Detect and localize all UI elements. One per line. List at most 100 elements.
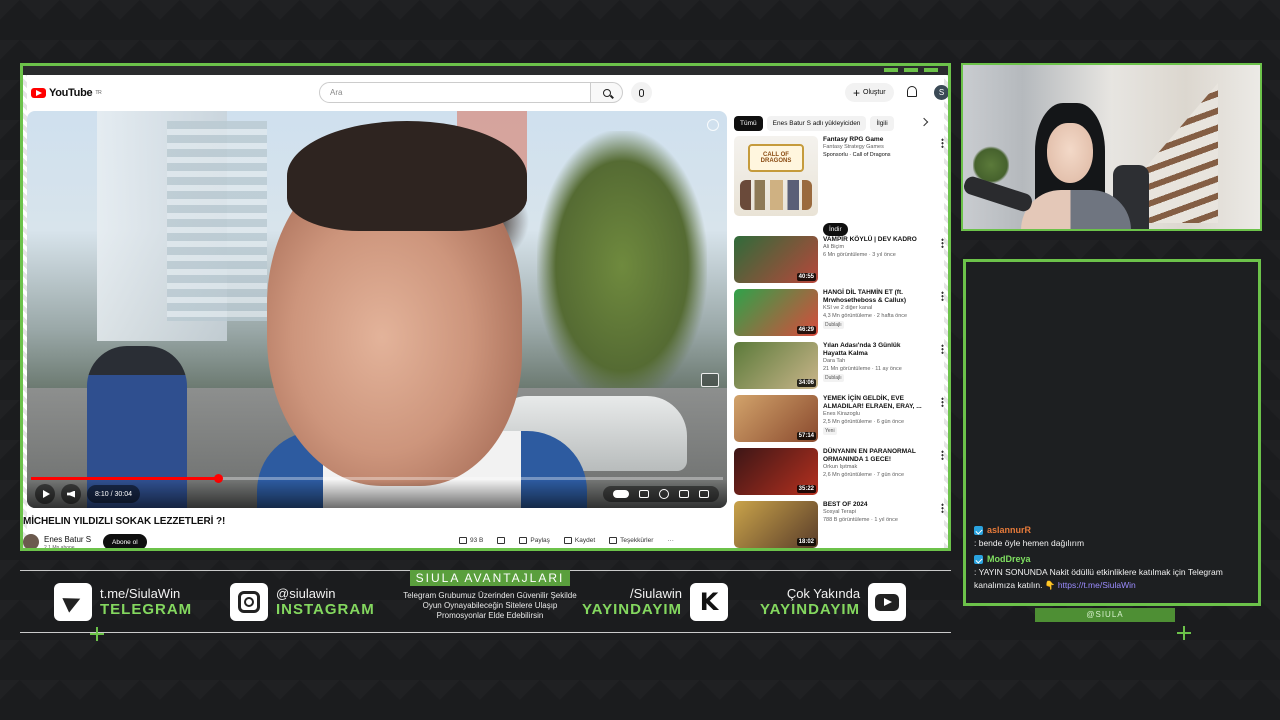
player-right-controls (603, 486, 719, 502)
recommendation-item[interactable]: 46:29 HANGİ DİL TAHMİN ET (ft. Mrwhosethe… (734, 289, 944, 336)
more-options-icon[interactable] (941, 450, 944, 460)
video-player[interactable]: 8:10 / 30:04 (27, 111, 727, 508)
save-button[interactable]: Kaydet (563, 537, 595, 544)
install-button[interactable]: İndir (823, 223, 848, 236)
ad-title: Fantasy RPG Game (823, 136, 884, 143)
siula-advantages: SIULA AVANTAJLARI Telegram Grubumuz Üzer… (402, 569, 578, 621)
search-input[interactable]: Ara (319, 82, 591, 103)
video-thumbnail[interactable]: 34:06 (734, 342, 818, 389)
instagram-label: INSTAGRAM (276, 601, 375, 618)
notifications-bell-icon[interactable] (907, 86, 917, 97)
video-thumbnail[interactable]: 57:14 (734, 395, 818, 442)
voice-search-button[interactable] (631, 82, 652, 103)
youtube-logo-text: YouTube (49, 87, 93, 99)
create-button[interactable]: + Oluştur (845, 83, 894, 102)
microphone-icon (639, 88, 644, 97)
more-options-icon[interactable] (941, 238, 944, 248)
more-actions-button[interactable]: ··· (667, 537, 674, 544)
chip-related[interactable]: İlgili (870, 116, 894, 131)
chevron-right-icon[interactable] (919, 117, 929, 127)
dislike-icon (497, 537, 506, 544)
ad-characters (740, 180, 812, 210)
dislike-button[interactable] (497, 537, 506, 544)
install-row: İndir (823, 218, 944, 236)
info-icon[interactable] (707, 119, 719, 131)
recommendation-badge: Dublajlı (823, 374, 844, 382)
like-button[interactable]: 93 B (459, 537, 483, 544)
share-label: Paylaş (530, 537, 550, 544)
more-options-icon[interactable] (941, 503, 944, 513)
channel-avatar[interactable] (23, 534, 39, 548)
miniplayer-icon[interactable] (701, 373, 719, 387)
play-icon (42, 490, 50, 498)
recommendation-item[interactable]: 34:06 Yılan Adası'nda 3 Günlük Hayatta Ka… (734, 342, 944, 389)
youtube-logo[interactable]: YouTube TR (31, 87, 102, 99)
youtube-header: YouTube TR Ara + Oluştur S (27, 75, 948, 111)
more-options-icon[interactable] (941, 138, 944, 148)
channel-name[interactable]: Enes Batur S (44, 535, 91, 544)
recommendation-item[interactable]: 18:02 BEST OF 2024 Sosyal Terapi 788 B görü… (734, 501, 944, 548)
theater-mode-icon[interactable] (679, 490, 689, 498)
ad-thumbnail[interactable]: CALL OF DRAGONS (734, 136, 818, 216)
chip-from-uploader[interactable]: Enes Batur S adlı yükleyiciden (766, 116, 867, 131)
autoplay-toggle[interactable] (613, 490, 629, 498)
player-controls: 8:10 / 30:04 (27, 480, 727, 508)
video-thumbnail[interactable]: 46:29 (734, 289, 818, 336)
subtitles-icon[interactable] (639, 490, 649, 498)
more-options-icon[interactable] (941, 291, 944, 301)
recommendation-channel: Sosyal Terapi (823, 509, 856, 515)
recommendation-meta: 2,5 Mn görüntüleme · 6 gün önce (823, 418, 905, 425)
chat-link[interactable]: https://t.me/SiulaWin (1058, 580, 1136, 590)
ad-logo: CALL OF DRAGONS (748, 144, 804, 172)
video-thumbnail[interactable]: 18:02 (734, 501, 818, 548)
play-button[interactable] (35, 484, 55, 504)
chat-username: ModDreya (987, 554, 1031, 564)
settings-gear-icon[interactable] (659, 489, 669, 499)
recommendation-item[interactable]: 35:22 DÜNYANIN EN PARANORMAL ORMANINDA 1 … (734, 448, 944, 495)
social-bar: t.me/SiulaWin TELEGRAM @siulawin INSTAGR… (20, 570, 951, 633)
chip-all[interactable]: Tümü (734, 116, 763, 131)
video-duration: 40:55 (796, 273, 816, 281)
recommendation-item[interactable]: 57:14 YEMEK İÇİN GELDİK, EVE ALMADILAR! E… (734, 395, 944, 442)
recommendation-channel: Ali Biçim (823, 244, 845, 250)
more-options-icon[interactable] (941, 397, 944, 407)
ad-subtitle: Fantasy Strategy Games (823, 144, 884, 150)
advantages-description: Telegram Grubumuz Üzerinden Güvenilir Şe… (403, 591, 577, 620)
telegram-promo: t.me/SiulaWin TELEGRAM (54, 583, 192, 621)
kick-label: YAYINDAYIM (582, 601, 683, 618)
video-actions: 93 B Paylaş Kaydet Teşekkürler ··· (459, 537, 674, 544)
account-avatar[interactable]: S (934, 85, 948, 100)
more-options-icon[interactable] (941, 344, 944, 354)
chat-messages: aslannurR : bende öyle hemen dağılırım M… (974, 524, 1244, 595)
recommendation-meta: 788 B görüntüleme · 1 yıl önce (823, 516, 898, 523)
recommendation-title: BEST OF 2024 (823, 501, 868, 508)
recommendation-title: VAMPİR KÖYLÜ | DEV KADRO (823, 236, 917, 243)
chat-panel: aslannurR : bende öyle hemen dağılırım M… (963, 259, 1261, 606)
recommendation-meta: 4,3 Mn görüntüleme · 2 hafta önce (823, 312, 908, 319)
volume-button[interactable] (61, 484, 81, 504)
video-duration: 35:22 (796, 485, 816, 493)
plus-decoration-icon (1177, 626, 1191, 640)
plus-icon: + (853, 85, 861, 100)
video-building-2 (167, 121, 267, 321)
create-label: Oluştur (863, 89, 886, 96)
search-button[interactable] (591, 82, 623, 103)
time-display: 8:10 / 30:04 (87, 485, 140, 503)
video-thumbnail[interactable]: 35:22 (734, 448, 818, 495)
video-duration: 34:06 (796, 379, 816, 387)
subscribe-button[interactable]: Abone ol (103, 534, 147, 548)
sponsored-ad[interactable]: CALL OF DRAGONS Fantasy RPG Game Fantasy… (734, 136, 944, 216)
video-duration: 57:14 (796, 432, 816, 440)
recommendation-list: CALL OF DRAGONS Fantasy RPG Game Fantasy… (734, 136, 944, 548)
recommendation-item[interactable]: 40:55 VAMPİR KÖYLÜ | DEV KADRO Ali Biçim 6 … (734, 236, 944, 283)
kick-handle: /Siulawin (630, 586, 683, 601)
kick-promo: /Siulawin YAYINDAYIM K (582, 583, 729, 621)
share-button[interactable]: Paylaş (519, 537, 550, 544)
video-thumbnail[interactable]: 40:55 (734, 236, 818, 283)
thanks-button[interactable]: Teşekkürler (609, 537, 653, 544)
telegram-label: TELEGRAM (100, 601, 193, 618)
filter-chips: Tümü Enes Batur S adlı yükleyiciden İlgi… (734, 116, 894, 131)
chat-username: aslannurR (987, 525, 1032, 535)
fullscreen-icon[interactable] (699, 490, 709, 498)
instagram-handle: @siulawin (276, 586, 336, 601)
